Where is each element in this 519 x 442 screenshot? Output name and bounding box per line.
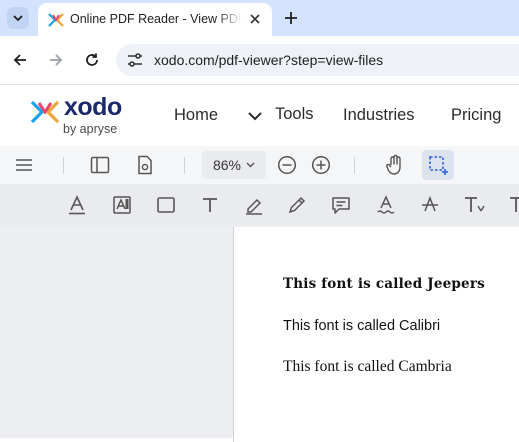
chevron-down-icon bbox=[248, 112, 262, 121]
toolbar-divider bbox=[63, 157, 64, 174]
xodo-favicon-icon bbox=[48, 13, 64, 27]
arrow-right-icon bbox=[50, 54, 63, 66]
highlighter-icon[interactable] bbox=[243, 194, 265, 216]
arrow-left-icon bbox=[13, 54, 26, 66]
pan-hand-icon[interactable] bbox=[384, 154, 406, 176]
squiggly-underline-icon[interactable] bbox=[375, 194, 397, 216]
back-button[interactable] bbox=[10, 50, 30, 70]
site-header: xodo by apryse Home Tools Industries Pri… bbox=[0, 85, 519, 147]
new-tab-button[interactable] bbox=[281, 8, 301, 28]
free-text-box-icon[interactable] bbox=[111, 194, 133, 216]
omnibox[interactable]: xodo.com/pdf-viewer?step=view-files bbox=[116, 44, 519, 76]
nav-pricing[interactable]: Pricing bbox=[451, 106, 501, 125]
document-line-calibri: This font is called Calibri bbox=[283, 318, 441, 334]
chevron-down-icon bbox=[13, 15, 23, 22]
url-text: xodo.com/pdf-viewer?step=view-files bbox=[154, 52, 384, 68]
strikeout-icon[interactable] bbox=[419, 194, 441, 216]
pen-icon[interactable] bbox=[286, 194, 308, 216]
document-viewer[interactable]: This font is called Jeepers This font is… bbox=[0, 226, 519, 442]
tab-search-button[interactable] bbox=[7, 7, 29, 29]
chevron-down-icon bbox=[246, 162, 255, 168]
zoom-dropdown[interactable]: 86% bbox=[202, 151, 266, 179]
site-settings-icon[interactable] bbox=[124, 50, 146, 70]
annotation-toolbar bbox=[0, 184, 519, 227]
text-replace-icon[interactable] bbox=[506, 194, 519, 216]
logo-wordmark: xodo bbox=[64, 93, 122, 121]
document-line-jeepers: This font is called Jeepers bbox=[283, 276, 485, 292]
xodo-logo[interactable]: xodo by apryse bbox=[30, 93, 130, 139]
toolbar-divider bbox=[354, 157, 355, 174]
close-tab-icon[interactable] bbox=[246, 10, 264, 28]
document-settings-icon[interactable] bbox=[134, 154, 156, 176]
forward-button[interactable] bbox=[46, 50, 66, 70]
address-bar-row: xodo.com/pdf-viewer?step=view-files bbox=[0, 36, 519, 85]
nav-industries[interactable]: Industries bbox=[343, 106, 415, 125]
rectangle-icon[interactable] bbox=[155, 194, 177, 216]
document-line-cambria: This font is called Cambria bbox=[283, 358, 452, 375]
marquee-select-icon[interactable] bbox=[427, 154, 449, 176]
logo-subtitle: by apryse bbox=[63, 122, 118, 136]
comment-icon[interactable] bbox=[330, 194, 352, 216]
xodo-logo-mark-icon bbox=[30, 100, 60, 124]
text-color-icon[interactable] bbox=[66, 194, 88, 216]
nav-tools[interactable]: Tools bbox=[275, 105, 314, 124]
tab-title: Online PDF Reader - View PDFs bbox=[70, 12, 242, 26]
zoom-level: 86% bbox=[212, 157, 242, 173]
reload-button[interactable] bbox=[82, 50, 102, 70]
browser-tab[interactable]: Online PDF Reader - View PDFs bbox=[38, 3, 272, 36]
toolbar-divider bbox=[184, 157, 185, 174]
viewer-main-toolbar: 86% bbox=[0, 146, 519, 185]
nav-home[interactable]: Home bbox=[174, 106, 218, 125]
zoom-out-icon[interactable] bbox=[276, 154, 298, 176]
pdf-page: This font is called Jeepers This font is… bbox=[233, 227, 519, 442]
menu-icon[interactable] bbox=[13, 154, 35, 176]
browser-tab-strip: Online PDF Reader - View PDFs bbox=[0, 0, 519, 36]
text-insert-icon[interactable] bbox=[463, 194, 485, 216]
text-tool-icon[interactable] bbox=[199, 194, 221, 216]
reload-icon bbox=[86, 53, 98, 66]
plus-icon bbox=[285, 12, 297, 24]
panel-toggle-icon[interactable] bbox=[89, 154, 111, 176]
zoom-in-icon[interactable] bbox=[310, 154, 332, 176]
